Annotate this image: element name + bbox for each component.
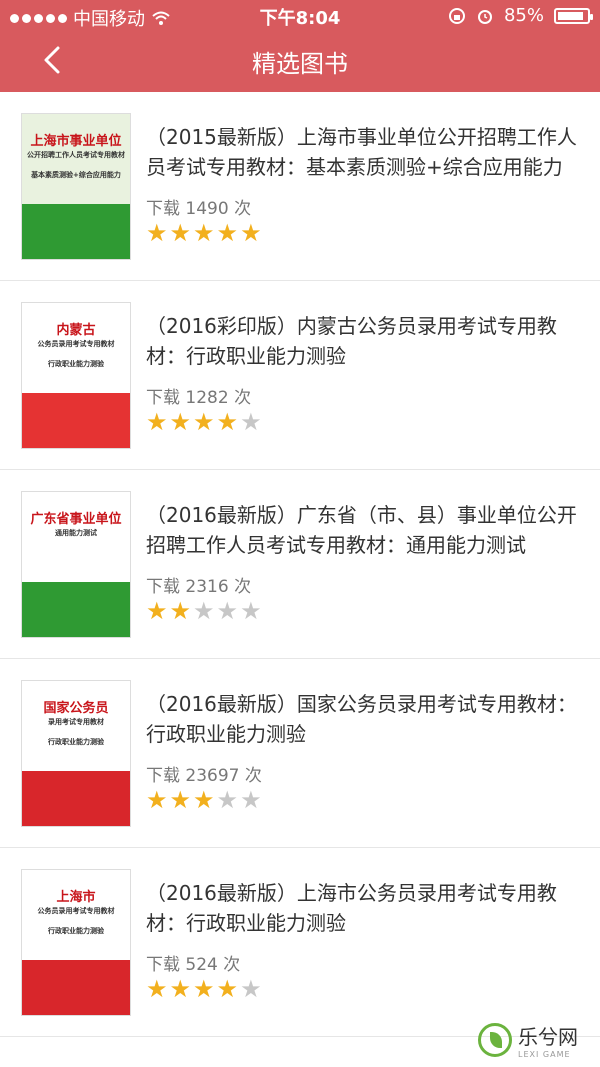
- star-rating: ★ ★ ★ ★ ★: [146, 787, 262, 813]
- download-count: 下载 524 次: [146, 955, 241, 975]
- star-icon: ★: [169, 408, 192, 436]
- star-icon: ★: [240, 975, 262, 1003]
- book-list-item[interactable]: 广东省事业单位通用能力测试 （2016最新版）广东省（市、县）事业单位公开招聘工作…: [0, 470, 600, 659]
- star-icon: ★: [216, 786, 239, 814]
- star-rating: ★ ★ ★ ★ ★: [146, 220, 262, 246]
- book-list: 上海市事业单位公开招聘工作人员考试专用教材 基本素质测验+综合应用能力 （2015最…: [0, 92, 600, 1037]
- book-cover-text: 行政职业能力测验: [48, 360, 104, 368]
- star-icon: ★: [240, 408, 262, 436]
- book-cover[interactable]: 上海市事业单位公开招聘工作人员考试专用教材 基本素质测验+综合应用能力: [22, 114, 130, 259]
- book-cover-text: 通用能力测试: [55, 529, 97, 537]
- book-cover[interactable]: 内蒙古公务员录用考试专用教材 行政职业能力测验: [22, 303, 130, 448]
- star-icon: ★: [146, 786, 168, 814]
- star-icon: ★: [169, 597, 192, 625]
- book-title[interactable]: （2016最新版）国家公务员录用考试专用教材：行政职业能力测验: [146, 689, 586, 749]
- battery-percent: 85%: [503, 5, 544, 26]
- leaf-logo-icon: [478, 1023, 512, 1057]
- star-icon: ★: [193, 786, 215, 814]
- star-icon: ★: [193, 408, 215, 436]
- app-header: 中国移动 下午8:04 85% 精选图书: [0, 0, 600, 92]
- book-cover-text: 广东省事业单位: [30, 512, 122, 527]
- book-cover[interactable]: 国家公务员录用考试专用教材 行政职业能力测验: [22, 681, 130, 826]
- star-icon: ★: [146, 408, 168, 436]
- star-icon: ★: [146, 975, 168, 1003]
- book-list-item[interactable]: 国家公务员录用考试专用教材 行政职业能力测验 （2016最新版）国家公务员录用考试专…: [0, 659, 600, 848]
- star-rating: ★ ★ ★ ★ ★: [146, 409, 262, 435]
- book-cover-text: 内蒙古: [56, 323, 96, 338]
- book-cover-text: 公开招聘工作人员考试专用教材: [27, 151, 125, 159]
- book-list-item[interactable]: 上海市公务员录用考试专用教材 行政职业能力测验 （2016最新版）上海市公务员录用考…: [0, 848, 600, 1037]
- book-cover-text: 行政职业能力测验: [48, 927, 104, 935]
- book-cover-text: 国家公务员: [43, 701, 109, 716]
- star-icon: ★: [193, 597, 215, 625]
- watermark-text: 乐兮网: [518, 1025, 578, 1049]
- download-count: 下载 23697 次: [146, 766, 262, 786]
- book-cover[interactable]: 上海市公务员录用考试专用教材 行政职业能力测验: [22, 870, 130, 1015]
- book-list-item[interactable]: 上海市事业单位公开招聘工作人员考试专用教材 基本素质测验+综合应用能力 （2015最…: [0, 92, 600, 281]
- book-cover-text: 上海市: [56, 890, 96, 905]
- rotation-lock-icon: [448, 7, 465, 24]
- star-icon: ★: [216, 597, 239, 625]
- star-icon: ★: [169, 975, 192, 1003]
- watermark-logo: 乐兮网 LEXI GAME: [478, 1021, 578, 1059]
- book-cover-text: 公务员录用考试专用教材: [37, 907, 115, 915]
- star-icon: ★: [193, 219, 215, 247]
- star-icon: ★: [216, 408, 239, 436]
- book-cover-text: 公务员录用考试专用教材: [37, 340, 115, 348]
- page-title: 精选图书: [252, 50, 348, 78]
- book-title[interactable]: （2016最新版）上海市公务员录用考试专用教材：行政职业能力测验: [146, 878, 586, 938]
- status-bar: 中国移动 下午8:04 85%: [0, 0, 600, 32]
- star-icon: ★: [169, 219, 192, 247]
- star-icon: ★: [240, 597, 262, 625]
- star-icon: ★: [216, 975, 239, 1003]
- book-cover[interactable]: 广东省事业单位通用能力测试: [22, 492, 130, 637]
- book-title[interactable]: （2016最新版）广东省（市、县）事业单位公开招聘工作人员考试专用教材：通用能力…: [146, 500, 586, 560]
- star-icon: ★: [146, 219, 168, 247]
- download-count: 下载 1282 次: [146, 388, 252, 408]
- book-title[interactable]: （2015最新版）上海市事业单位公开招聘工作人员考试专用教材：基本素质测验+综合…: [146, 122, 586, 182]
- download-count: 下载 2316 次: [146, 577, 252, 597]
- star-icon: ★: [216, 219, 239, 247]
- star-icon: ★: [240, 219, 262, 247]
- star-icon: ★: [193, 975, 215, 1003]
- star-icon: ★: [240, 786, 262, 814]
- book-cover-text: 上海市事业单位: [30, 134, 122, 149]
- book-list-item[interactable]: 内蒙古公务员录用考试专用教材 行政职业能力测验 （2016彩印版）内蒙古公务员录用考…: [0, 281, 600, 470]
- alarm-icon: [477, 9, 492, 24]
- star-rating: ★ ★ ★ ★ ★: [146, 976, 262, 1002]
- book-title[interactable]: （2016彩印版）内蒙古公务员录用考试专用教材：行政职业能力测验: [146, 311, 586, 371]
- book-cover-text: 基本素质测验+综合应用能力: [31, 171, 121, 179]
- book-cover-text: 行政职业能力测验: [48, 738, 104, 746]
- star-icon: ★: [169, 786, 192, 814]
- book-cover-text: 录用考试专用教材: [48, 718, 104, 726]
- star-icon: ★: [146, 597, 168, 625]
- watermark-subtext: LEXI GAME: [518, 1050, 571, 1059]
- star-rating: ★ ★ ★ ★ ★: [146, 598, 262, 624]
- battery-icon: [554, 7, 593, 24]
- download-count: 下载 1490 次: [146, 199, 252, 219]
